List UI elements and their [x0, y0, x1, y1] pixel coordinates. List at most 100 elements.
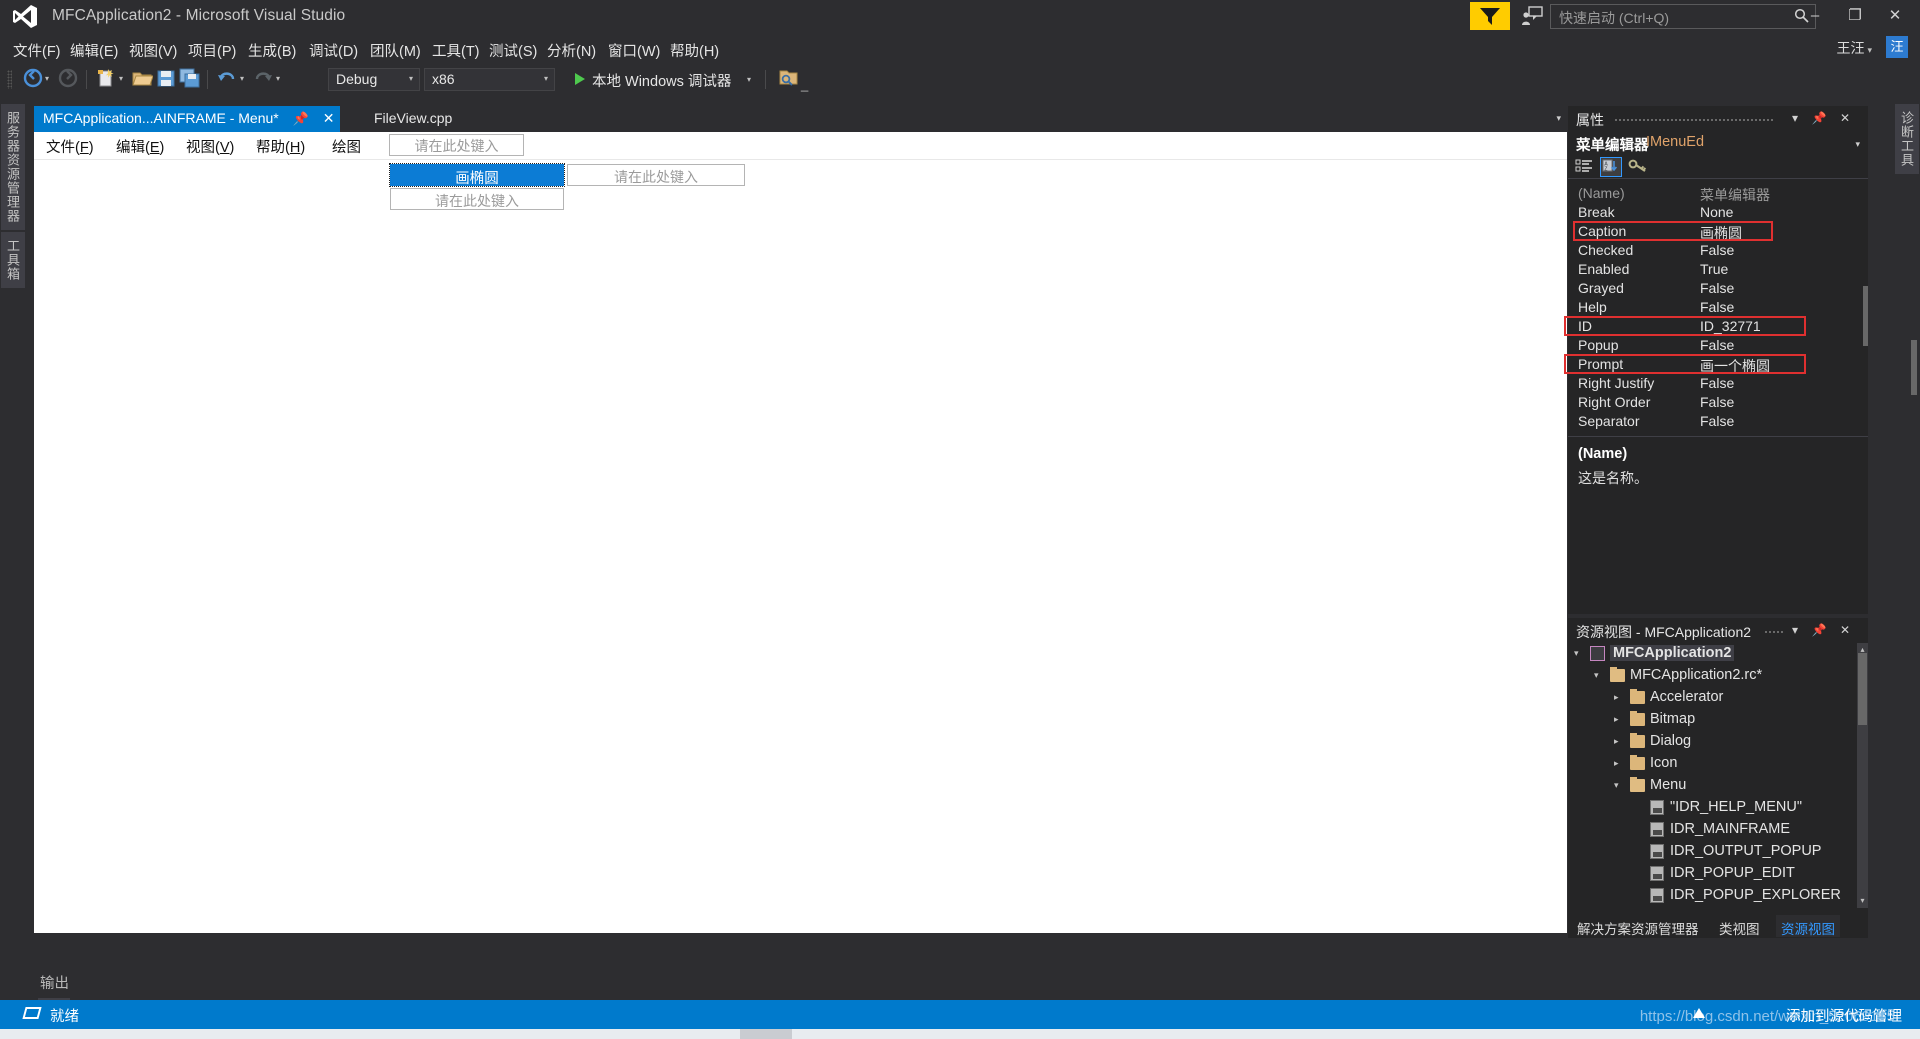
property-value[interactable]: False — [1700, 242, 1734, 258]
menu-editor-type-here-top[interactable]: 请在此处键入 — [389, 134, 524, 156]
property-row[interactable]: Separator False — [1568, 412, 1868, 431]
chevron-down-icon[interactable]: ▾ — [1786, 621, 1804, 639]
expand-arrow-open-icon[interactable]: ▾ — [1614, 780, 1624, 792]
menu-item-7[interactable]: 工具(T) — [427, 38, 485, 63]
properties-scrollbar-thumb[interactable] — [1863, 286, 1868, 346]
chevron-down-icon[interactable]: ▾ — [1786, 109, 1804, 127]
alphabetical-sort-icon[interactable]: A Z — [1600, 157, 1622, 177]
chevron-down-icon[interactable]: ▾ — [1556, 113, 1561, 124]
property-pages-key-icon[interactable] — [1628, 157, 1650, 177]
property-value[interactable]: False — [1700, 413, 1734, 429]
minimize-button[interactable]: – — [1800, 2, 1830, 30]
menu-item-11[interactable]: 帮助(H) — [665, 38, 724, 63]
categorized-view-icon[interactable] — [1574, 157, 1596, 177]
toolbar-grip[interactable] — [7, 70, 12, 89]
redo-icon[interactable] — [252, 67, 274, 92]
user-account-label[interactable]: 王汪 ▾ — [1836, 38, 1872, 58]
close-icon[interactable]: ✕ — [323, 110, 335, 126]
resource-view-tab-0[interactable]: 解决方案资源管理器 — [1572, 915, 1704, 937]
properties-object-selector[interactable]: 菜单编辑器 IMenuEd ▾ — [1568, 131, 1868, 155]
property-row[interactable]: Enabled True — [1568, 260, 1868, 279]
solution-platform-select[interactable]: x86 ▾ — [424, 68, 555, 91]
redo-caret-icon[interactable]: ▾ — [276, 74, 280, 99]
upload-arrow-icon[interactable] — [1693, 1008, 1705, 1018]
toolbar-overflow-button[interactable]: _ — [801, 77, 808, 102]
property-row[interactable]: Right Order False — [1568, 393, 1868, 412]
menu-editor-popup-type-here[interactable]: 请在此处键入 — [390, 188, 564, 210]
resource-tree[interactable]: ▾ MFCApplication2 ▾ MFCApplication2.rc* ▸ Acc… — [1568, 643, 1868, 908]
property-row[interactable]: Caption 画椭圆 — [1568, 222, 1868, 241]
close-icon[interactable]: ✕ — [1836, 109, 1854, 127]
property-row[interactable]: Popup False — [1568, 336, 1868, 355]
menu-item-1[interactable]: 编辑(E) — [65, 38, 123, 63]
menu-editor-menu-0[interactable]: 文件(F) — [46, 136, 94, 157]
panel-drag-dots[interactable] — [1614, 118, 1774, 123]
solution-configuration-select[interactable]: Debug ▾ — [328, 68, 420, 91]
property-value[interactable]: False — [1700, 375, 1734, 391]
property-value[interactable]: False — [1700, 337, 1734, 353]
editor-vertical-scrollbar-thumb[interactable] — [1911, 340, 1917, 395]
property-row[interactable]: Prompt 画一个椭圆 — [1568, 355, 1868, 374]
navigate-forward-icon[interactable] — [57, 67, 79, 92]
expand-arrow-closed-icon[interactable]: ▸ — [1614, 714, 1624, 726]
open-file-icon[interactable] — [131, 67, 154, 92]
menu-item-6[interactable]: 团队(M) — [365, 38, 426, 63]
new-project-caret-icon[interactable]: ▾ — [119, 74, 123, 99]
pin-icon[interactable]: 📌 — [1810, 109, 1828, 127]
property-value[interactable]: 画一个椭圆 — [1700, 356, 1770, 376]
property-row[interactable]: (Name) 菜单编辑器 — [1568, 184, 1868, 203]
property-value[interactable]: ID_32771 — [1700, 318, 1761, 334]
property-value[interactable]: 画椭圆 — [1700, 223, 1742, 243]
property-value[interactable]: False — [1700, 299, 1734, 315]
property-row[interactable]: Help False — [1568, 298, 1868, 317]
menu-item-8[interactable]: 测试(S) — [484, 38, 542, 63]
property-row[interactable]: ID ID_32771 — [1568, 317, 1868, 336]
sidebar-tab-server-explorer[interactable]: 服务器资源管理器 — [1, 104, 25, 230]
menu-item-5[interactable]: 调试(D) — [304, 38, 363, 63]
menu-editor-canvas[interactable]: 文件(F) 编辑(E) 视图(V) 帮助(H) 绘图 请在此处键入 画椭圆 请在此处键入… — [34, 132, 1567, 933]
resource-tree-scrollbar-thumb[interactable] — [1858, 653, 1867, 725]
pin-icon[interactable]: 📌 — [1810, 621, 1828, 639]
property-row[interactable]: Right Justify False — [1568, 374, 1868, 393]
navigate-back-caret-icon[interactable]: ▾ — [45, 74, 49, 99]
send-feedback-icon[interactable] — [1521, 6, 1543, 26]
menu-editor-menu-1[interactable]: 编辑(E) — [116, 136, 164, 157]
restore-button[interactable]: ❐ — [1840, 2, 1870, 30]
pin-icon[interactable]: 📌 — [293, 111, 309, 126]
expand-arrow-open-icon[interactable]: ▾ — [1594, 670, 1604, 682]
property-value[interactable]: None — [1700, 204, 1733, 220]
tab-menu-editor[interactable]: MFCApplication...AINFRAME - Menu* 📌 ✕ — [34, 106, 341, 132]
close-icon[interactable]: ✕ — [1836, 621, 1854, 639]
property-row[interactable]: Grayed False — [1568, 279, 1868, 298]
menu-editor-menu-2[interactable]: 视图(V) — [186, 136, 234, 157]
save-all-icon[interactable] — [179, 67, 201, 92]
sidebar-tab-toolbox[interactable]: 工具箱 — [1, 232, 25, 288]
output-panel-label[interactable]: 输出 — [40, 972, 69, 993]
undo-icon[interactable] — [216, 67, 238, 92]
menu-item-10[interactable]: 窗口(W) — [603, 38, 665, 63]
property-value[interactable]: False — [1700, 280, 1734, 296]
menu-editor-menu-3[interactable]: 帮助(H) — [256, 136, 305, 157]
menu-item-2[interactable]: 视图(V) — [124, 38, 182, 63]
resource-view-tab-1[interactable]: 类视图 — [1714, 915, 1765, 937]
expand-arrow-open-icon[interactable]: ▾ — [1574, 648, 1584, 660]
menu-item-4[interactable]: 生成(B) — [243, 38, 301, 63]
property-row[interactable]: Break None — [1568, 203, 1868, 222]
menu-editor-sibling-type-here[interactable]: 请在此处键入 — [567, 164, 745, 186]
avatar[interactable]: 汪 — [1886, 36, 1908, 58]
sidebar-tab-diagnostic-tools[interactable]: 诊断工具 — [1895, 104, 1919, 174]
feedback-funnel-icon[interactable] — [1470, 2, 1510, 30]
property-row[interactable]: Checked False — [1568, 241, 1868, 260]
find-in-files-icon[interactable] — [778, 67, 800, 92]
new-project-icon[interactable] — [95, 67, 117, 92]
expand-arrow-closed-icon[interactable]: ▸ — [1614, 758, 1624, 770]
menu-editor-menu-4[interactable]: 绘图 — [332, 136, 361, 157]
expand-arrow-closed-icon[interactable]: ▸ — [1614, 692, 1624, 704]
menu-item-0[interactable]: 文件(F) — [8, 38, 66, 63]
menu-item-9[interactable]: 分析(N) — [542, 38, 601, 63]
close-button[interactable]: ✕ — [1880, 2, 1910, 30]
resource-view-tab-2[interactable]: 资源视图 — [1776, 915, 1840, 937]
tab-fileview-cpp[interactable]: FileView.cpp — [364, 106, 462, 132]
undo-caret-icon[interactable]: ▾ — [240, 74, 244, 99]
property-value[interactable]: False — [1700, 394, 1734, 410]
